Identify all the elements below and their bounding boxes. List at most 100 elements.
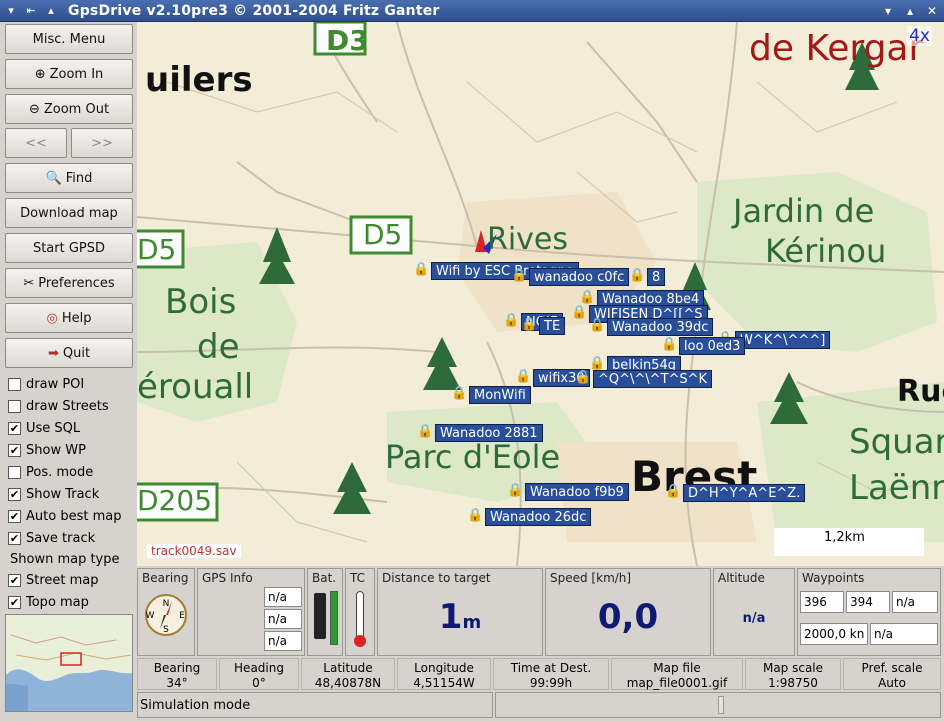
gps-info-title: GPS Info	[202, 571, 253, 585]
checkbox-box[interactable]: ✔	[8, 487, 21, 501]
map-type-checkbox-street-map[interactable]: ✔ Street map	[8, 570, 99, 590]
option-checkbox-show-track[interactable]: ✔ Show Track	[8, 484, 99, 504]
start-gpsd-button[interactable]: Start GPSD	[5, 233, 133, 263]
next-button[interactable]: >>	[71, 128, 133, 158]
checkbox-box[interactable]: ✔	[8, 573, 21, 587]
waypoint-label[interactable]: ^Q^\^\^T^S^K	[593, 370, 713, 388]
shade-icon[interactable]: ▴	[42, 3, 60, 19]
stat-label: Map scale	[762, 661, 824, 675]
option-checkbox-pos-mode[interactable]: Pos. mode	[8, 462, 93, 482]
previous-button[interactable]: <<	[5, 128, 67, 158]
altitude-panel: Altitude n/a	[713, 568, 795, 656]
waypoint-label[interactable]: 8	[647, 268, 666, 286]
checkbox-box[interactable]	[8, 377, 21, 391]
speed-panel: Speed [km/h] 0,0	[545, 568, 711, 656]
place-label-rue: Rue	[897, 374, 944, 409]
stat-label: Pref. scale	[861, 661, 923, 675]
stat-label: Longitude	[414, 661, 474, 675]
place-label-rives: Rives	[487, 222, 569, 257]
lock-icon: 🔒	[575, 370, 592, 385]
checkbox-label: draw Streets	[26, 398, 109, 414]
option-checkbox-draw-streets[interactable]: draw Streets	[8, 396, 109, 416]
option-checkbox-show-wp[interactable]: ✔ Show WP	[8, 440, 86, 460]
checkbox-label: Street map	[26, 572, 99, 588]
pin-icon[interactable]: ⇤	[22, 3, 40, 19]
option-checkbox-auto-best-map[interactable]: ✔ Auto best map	[8, 506, 121, 526]
zoom-in-button[interactable]: ⊕ Zoom In	[5, 59, 133, 89]
waypoint-label[interactable]: W^K^\^^^]	[735, 331, 831, 349]
thermometer-icon	[356, 591, 364, 641]
checkbox-box[interactable]: ✔	[8, 421, 21, 435]
help-button[interactable]: ◎ Help	[5, 303, 133, 333]
stat-latitude: Latitude 48,40878N	[301, 658, 395, 690]
checkbox-box[interactable]: ✔	[8, 531, 21, 545]
checkbox-box[interactable]: ✔	[8, 595, 21, 609]
stat-label: Heading	[234, 661, 284, 675]
temperature-panel: TC	[345, 568, 375, 656]
bearing-panel-title: Bearing	[142, 571, 189, 585]
preferences-button[interactable]: ✂ Preferences	[5, 268, 133, 298]
map-type-checkbox-topo-map[interactable]: ✔ Topo map	[8, 592, 89, 612]
lock-icon: 🔒	[451, 386, 468, 401]
altitude-value: n/a	[742, 611, 766, 626]
checkbox-box[interactable]: ✔	[8, 443, 21, 457]
stat-label: Map file	[653, 661, 701, 675]
checkbox-label: Auto best map	[26, 508, 122, 524]
waypoint-label[interactable]: MonWifi	[469, 386, 531, 404]
download-map-button[interactable]: Download map	[5, 198, 133, 228]
map-view[interactable]: D3 D5 D5 D205 uilers de Kergar Jardin de…	[137, 22, 944, 566]
checkbox-label: Topo map	[26, 594, 89, 610]
distance-unit: m	[462, 612, 482, 633]
place-label-kergar: de Kergar	[749, 28, 924, 69]
lock-icon: 🔒	[417, 424, 434, 439]
misc-menu-label: Misc. Menu	[32, 31, 106, 47]
lock-icon: 🔒	[571, 305, 588, 320]
checkbox-label: Use SQL	[26, 420, 81, 436]
checkbox-box[interactable]	[8, 399, 21, 413]
stat-map-scale: Map scale 1:98750	[745, 658, 841, 690]
overview-map[interactable]	[5, 614, 133, 712]
waypoint-label[interactable]: Wanadoo 39dc	[607, 318, 714, 336]
minimize-icon[interactable]: ▾	[878, 2, 898, 20]
checkbox-box[interactable]: ✔	[8, 509, 21, 523]
place-label-square: Squar	[849, 422, 944, 462]
option-checkbox-draw-poi[interactable]: draw POI	[8, 374, 84, 394]
checkbox-box[interactable]	[8, 465, 21, 479]
waypoint-label[interactable]: Wanadoo 26dc	[485, 508, 592, 526]
quit-button[interactable]: ➡ Quit	[5, 338, 133, 368]
zoom-level-indicator: 4x	[907, 26, 932, 46]
option-checkbox-use-sql[interactable]: ✔ Use SQL	[8, 418, 80, 438]
road-label-d5: D5	[363, 218, 403, 251]
misc-menu-button[interactable]: Misc. Menu	[5, 24, 133, 54]
exit-icon: ➡	[47, 345, 59, 361]
start-gpsd-label: Start GPSD	[32, 240, 106, 256]
find-button[interactable]: 🔍 Find	[5, 163, 133, 193]
stat-bearing: Bearing 34°	[137, 658, 217, 690]
waypoint-label[interactable]: TE	[539, 317, 566, 335]
waypoint-label[interactable]: loo 0ed3	[679, 337, 746, 355]
zoom-out-button[interactable]: ⊖ Zoom Out	[5, 94, 133, 124]
stat-pref-scale: Pref. scale Auto	[843, 658, 941, 690]
window-menu-icon[interactable]: ▾	[2, 3, 20, 19]
waypoint-label[interactable]: Wanadoo f9b9	[525, 483, 629, 501]
close-icon[interactable]: ✕	[922, 2, 942, 20]
preferences-label: Preferences	[38, 275, 115, 291]
maximize-icon[interactable]: ▴	[900, 2, 920, 20]
sidebar: Misc. Menu ⊕ Zoom In ⊖ Zoom Out << >> 🔍 Fin…	[0, 22, 137, 722]
thermometer-bulb-icon	[354, 635, 366, 647]
waypoints-panel: Waypoints 396 394 n/a 2000,0 kn n/a	[797, 568, 941, 656]
place-label-de: de	[197, 327, 240, 367]
overview-map-graphic	[6, 615, 132, 711]
place-label-jardin: Jardin de	[733, 192, 875, 230]
lock-icon: 🔒	[507, 483, 524, 498]
waypoint-label[interactable]: wanadoo c0fc	[529, 268, 630, 286]
zoom-in-icon: ⊕	[34, 66, 46, 82]
waypoint-label[interactable]: D^H^Y^A^E^Z.	[683, 484, 806, 502]
stat-value: 4,51154W	[413, 676, 475, 690]
option-checkbox-save-track[interactable]: ✔ Save track	[8, 528, 95, 548]
lock-icon: 🔒	[661, 337, 678, 352]
stat-value: Auto	[878, 676, 906, 690]
temperature-title: TC	[350, 571, 366, 585]
waypoints-field-5: n/a	[870, 623, 938, 645]
waypoint-label[interactable]: Wanadoo 2881	[435, 424, 543, 442]
